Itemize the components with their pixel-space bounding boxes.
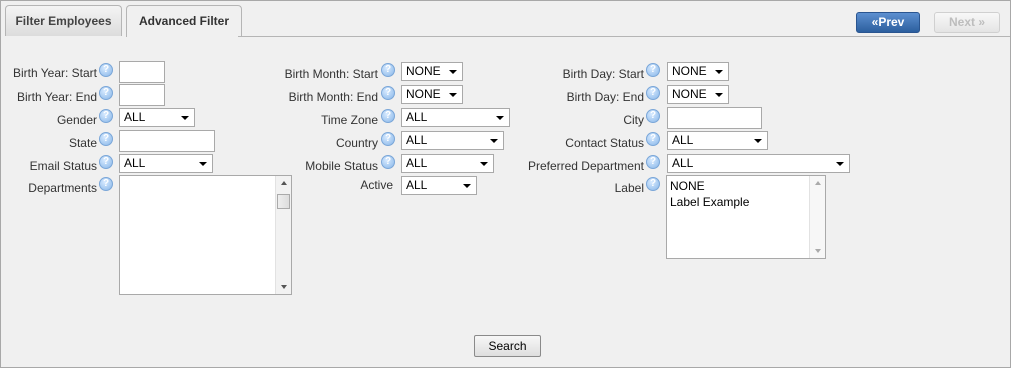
question-circle-icon[interactable]: ? xyxy=(99,109,113,123)
tab-advanced-filter[interactable]: Advanced Filter xyxy=(126,5,242,37)
preferred-department-select-value: ALL xyxy=(672,156,694,170)
label-option[interactable]: NONE xyxy=(667,178,825,194)
birth-month-end-select[interactable]: NONE xyxy=(401,85,463,104)
question-circle-icon[interactable]: ? xyxy=(99,63,113,77)
contact-status-label: Contact Status xyxy=(565,136,644,150)
mobile-status-select-value: ALL xyxy=(406,156,428,170)
question-circle-icon[interactable]: ? xyxy=(99,86,113,100)
birth-month-end-select-value: NONE xyxy=(406,87,441,101)
question-circle-icon[interactable]: ? xyxy=(381,86,395,100)
country-select-value: ALL xyxy=(406,133,428,147)
chevron-down-icon xyxy=(715,93,723,97)
label-listbox[interactable]: NONE Label Example xyxy=(666,175,826,259)
chevron-down-icon xyxy=(836,162,844,166)
active-select[interactable]: ALL xyxy=(401,176,477,195)
scroll-up-icon[interactable] xyxy=(815,181,821,185)
label-option[interactable]: Label Example xyxy=(667,194,825,210)
birth-month-end-label: Birth Month: End xyxy=(288,90,378,104)
gender-label: Gender xyxy=(56,113,97,127)
chevron-down-icon xyxy=(496,116,504,120)
email-status-select-value: ALL xyxy=(124,156,146,170)
chevron-down-icon xyxy=(715,70,723,74)
preferred-department-select[interactable]: ALL xyxy=(667,154,850,173)
birth-year-start-label: Birth Year: Start xyxy=(12,66,97,80)
scroll-thumb[interactable] xyxy=(277,194,290,209)
time-zone-label: Time Zone xyxy=(321,113,378,127)
active-select-value: ALL xyxy=(406,178,428,192)
birth-day-start-select-value: NONE xyxy=(672,64,707,78)
chevron-down-icon xyxy=(754,139,762,143)
label-scrollbar[interactable] xyxy=(809,176,825,258)
contact-status-select-value: ALL xyxy=(672,133,694,147)
birth-day-start-label: Birth Day: Start xyxy=(562,67,644,81)
chevron-down-icon xyxy=(199,162,207,166)
birth-month-start-label: Birth Month: Start xyxy=(284,67,378,81)
question-circle-icon[interactable]: ? xyxy=(381,132,395,146)
gender-select[interactable]: ALL xyxy=(119,108,195,127)
label-field-label: Label xyxy=(614,181,644,195)
birth-day-start-select[interactable]: NONE xyxy=(667,62,729,81)
scroll-up-icon[interactable] xyxy=(281,181,287,185)
question-circle-icon[interactable]: ? xyxy=(99,155,113,169)
question-circle-icon[interactable]: ? xyxy=(646,109,660,123)
question-circle-icon[interactable]: ? xyxy=(381,155,395,169)
birth-year-end-label: Birth Year: End xyxy=(16,90,97,104)
question-circle-icon[interactable]: ? xyxy=(646,132,660,146)
chevron-down-icon xyxy=(181,116,189,120)
mobile-status-select[interactable]: ALL xyxy=(401,154,494,173)
active-label: Active xyxy=(360,178,393,192)
question-circle-icon[interactable]: ? xyxy=(381,63,395,77)
birth-day-end-label: Birth Day: End xyxy=(566,90,644,104)
state-input[interactable] xyxy=(119,130,215,152)
birth-month-start-select-value: NONE xyxy=(406,64,441,78)
departments-scrollbar[interactable] xyxy=(275,176,291,294)
contact-status-select[interactable]: ALL xyxy=(667,131,768,150)
chevron-down-icon xyxy=(449,93,457,97)
question-circle-icon[interactable]: ? xyxy=(99,177,113,191)
email-status-select[interactable]: ALL xyxy=(119,154,213,173)
email-status-label: Email Status xyxy=(29,159,97,173)
state-label: State xyxy=(68,136,97,150)
preferred-department-label: Preferred Department xyxy=(527,159,644,173)
prev-button[interactable]: «Prev xyxy=(856,12,920,33)
question-circle-icon[interactable]: ? xyxy=(646,155,660,169)
time-zone-select[interactable]: ALL xyxy=(401,108,510,127)
departments-label: Departments xyxy=(28,181,97,195)
question-circle-icon[interactable]: ? xyxy=(646,177,660,191)
advanced-filter-panel: Filter Employees Advanced Filter «Prev N… xyxy=(0,0,1011,368)
next-button[interactable]: Next » xyxy=(934,12,1000,33)
gender-select-value: ALL xyxy=(124,110,146,124)
departments-listbox[interactable] xyxy=(119,175,292,295)
chevron-down-icon xyxy=(449,70,457,74)
time-zone-select-value: ALL xyxy=(406,110,428,124)
birth-day-end-select-value: NONE xyxy=(672,87,707,101)
country-select[interactable]: ALL xyxy=(401,131,504,150)
chevron-down-icon xyxy=(490,139,498,143)
chevron-down-icon xyxy=(480,162,488,166)
tab-divider xyxy=(238,36,1010,37)
birth-year-end-input[interactable] xyxy=(119,84,165,106)
birth-year-start-input[interactable] xyxy=(119,61,165,83)
question-circle-icon[interactable]: ? xyxy=(381,109,395,123)
question-circle-icon[interactable]: ? xyxy=(99,132,113,146)
search-button[interactable]: Search xyxy=(474,335,541,357)
scroll-down-icon[interactable] xyxy=(815,249,821,253)
city-label: City xyxy=(623,113,644,127)
tab-filter-employees[interactable]: Filter Employees xyxy=(5,5,122,36)
country-label: Country xyxy=(335,136,378,150)
chevron-down-icon xyxy=(463,184,471,188)
birth-month-start-select[interactable]: NONE xyxy=(401,62,463,81)
scroll-down-icon[interactable] xyxy=(281,285,287,289)
mobile-status-label: Mobile Status xyxy=(305,159,378,173)
birth-day-end-select[interactable]: NONE xyxy=(667,85,729,104)
city-input[interactable] xyxy=(667,107,762,129)
question-circle-icon[interactable]: ? xyxy=(646,63,660,77)
question-circle-icon[interactable]: ? xyxy=(646,86,660,100)
